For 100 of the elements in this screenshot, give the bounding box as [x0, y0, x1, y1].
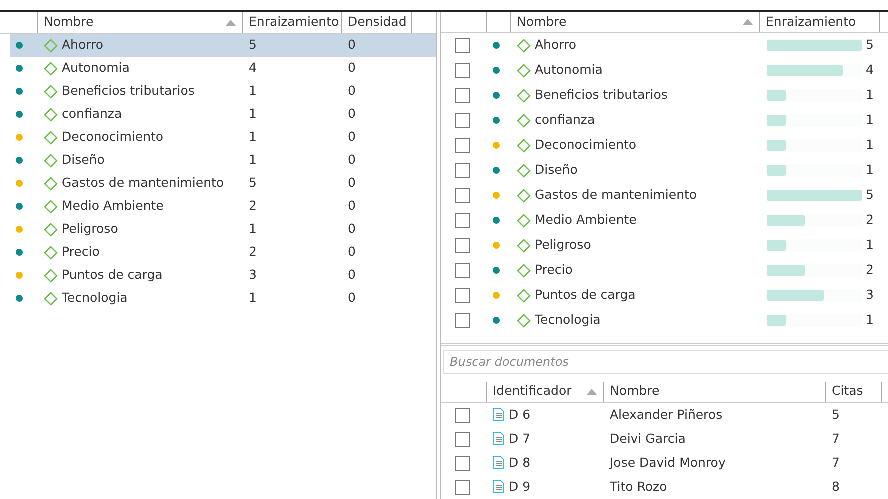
checkbox[interactable] — [455, 480, 470, 494]
document-id: D 7 — [509, 430, 531, 448]
count-text: 1 — [249, 82, 257, 100]
search-field[interactable]: Buscar documentos — [443, 350, 888, 374]
code-name: Tecnologia — [62, 289, 128, 308]
code-row[interactable]: Puntos de carga 3 0 — [10, 264, 436, 287]
code-name: Autonomia — [62, 59, 130, 78]
count-text: 1 — [866, 161, 874, 180]
count-text: 1 — [249, 105, 257, 124]
diamond-icon — [44, 246, 58, 260]
count-text: 5 — [249, 174, 257, 192]
count-text: 2 — [249, 243, 257, 262]
column-header[interactable]: Nombre — [511, 12, 760, 32]
count-text: 5 — [866, 186, 874, 204]
diamond-icon — [517, 114, 531, 128]
code-row[interactable]: Medio Ambiente 2 0 — [10, 195, 436, 218]
count-text: 1 — [866, 236, 874, 254]
count-text: 0 — [348, 59, 356, 78]
code-name: Deconocimiento — [535, 136, 637, 154]
checkbox[interactable] — [455, 163, 470, 178]
column-header[interactable]: Densidad — [342, 12, 412, 33]
document-id: D 9 — [509, 478, 531, 496]
document-icon — [493, 432, 505, 446]
diamond-icon — [517, 188, 531, 203]
checkbox[interactable] — [455, 288, 470, 304]
code-name: Diseño — [535, 161, 578, 180]
code-name: confianza — [535, 111, 596, 130]
count-text: 2 — [249, 197, 257, 216]
diamond-icon — [517, 64, 531, 78]
checkbox[interactable] — [455, 432, 470, 446]
column-header[interactable]: Nombre — [604, 382, 826, 402]
checkbox[interactable] — [455, 88, 470, 104]
code-name: Precio — [535, 261, 573, 280]
document-id: D 8 — [509, 454, 531, 472]
diamond-icon — [517, 38, 531, 53]
code-row[interactable]: Ahorro 5 0 — [10, 34, 436, 57]
diamond-icon — [44, 268, 58, 282]
column-header[interactable]: Citas — [826, 382, 882, 402]
document-icon — [493, 408, 505, 422]
count-text: 8 — [832, 478, 840, 496]
code-row[interactable]: Peligroso 1 0 — [10, 218, 436, 241]
count-text: 7 — [832, 454, 840, 472]
diamond-icon — [44, 130, 58, 144]
checkbox[interactable] — [455, 408, 470, 422]
code-name: Medio Ambiente — [62, 197, 164, 216]
count-text: 1 — [249, 289, 257, 308]
column-header[interactable]: Nombre — [38, 12, 243, 33]
checkbox[interactable] — [455, 263, 470, 278]
diamond-icon — [44, 176, 58, 190]
column-header[interactable]: Identificador — [487, 382, 604, 402]
count-text: 5 — [249, 36, 257, 54]
document-id: D 6 — [509, 406, 531, 424]
checkbox[interactable] — [455, 238, 470, 254]
count-text: 0 — [348, 220, 356, 238]
count-text: 0 — [348, 197, 356, 216]
count-text: 0 — [348, 128, 356, 146]
diamond-icon — [517, 214, 531, 228]
code-name: Ahorro — [535, 36, 577, 54]
column-header[interactable]: Enraizamiento — [243, 12, 342, 33]
document-row[interactable]: D 7 Deivi Garcia 7 — [441, 427, 888, 451]
code-name: Beneficios tributarios — [535, 86, 668, 104]
count-text: 1 — [249, 128, 257, 146]
column-header[interactable]: Enraizamiento — [760, 12, 880, 32]
code-row[interactable]: Autonomia 4 0 — [10, 57, 436, 80]
count-text: 1 — [866, 136, 874, 154]
code-row[interactable]: Deconocimiento 1 0 — [10, 126, 436, 149]
count-text: 0 — [348, 243, 356, 262]
document-row[interactable]: D 8 Jose David Monroy 7 — [441, 451, 888, 475]
document-name: Jose David Monroy — [610, 454, 726, 472]
diamond-icon — [517, 314, 531, 328]
code-name: Puntos de carga — [62, 266, 163, 284]
code-row[interactable]: Diseño 1 0 — [10, 149, 436, 172]
diamond-icon — [44, 108, 58, 122]
checkbox[interactable] — [455, 38, 470, 54]
checkbox[interactable] — [455, 188, 470, 204]
diamond-icon — [517, 238, 531, 253]
code-row[interactable]: confianza 1 0 — [10, 103, 436, 126]
diamond-icon — [517, 138, 531, 153]
code-name: confianza — [62, 105, 122, 124]
checkbox[interactable] — [455, 113, 470, 128]
checkbox[interactable] — [455, 456, 470, 470]
count-text: 7 — [832, 430, 840, 448]
code-name: Diseño — [62, 151, 105, 170]
code-name: Beneficios tributarios — [62, 82, 195, 100]
document-row[interactable]: D 6 Alexander Piñeros 5 — [441, 403, 888, 427]
checkbox[interactable] — [455, 138, 470, 154]
document-icon — [493, 456, 505, 470]
code-name: Autonomia — [535, 61, 603, 80]
checkbox[interactable] — [455, 63, 470, 78]
code-row[interactable]: Tecnologia 1 0 — [10, 287, 436, 310]
code-name: Ahorro — [62, 36, 104, 54]
code-row[interactable]: Gastos de mantenimiento 5 0 — [10, 172, 436, 195]
checkbox[interactable] — [455, 313, 470, 328]
document-row[interactable]: D 9 Tito Rozo 8 — [441, 475, 888, 499]
diamond-icon — [44, 38, 58, 52]
diamond-icon — [44, 222, 58, 236]
code-row[interactable]: Beneficios tributarios 1 0 — [10, 80, 436, 103]
code-row[interactable]: Precio 2 0 — [10, 241, 436, 264]
count-text: 1 — [866, 311, 874, 330]
checkbox[interactable] — [455, 213, 470, 228]
